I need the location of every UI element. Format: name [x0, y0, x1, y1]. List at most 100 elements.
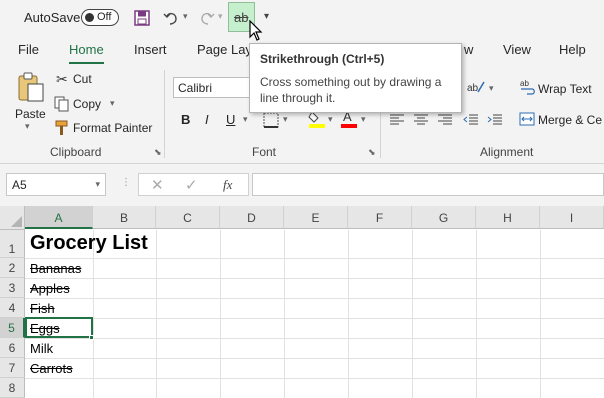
font-color-dropdown-icon[interactable]: ▾: [361, 114, 366, 125]
enter-icon[interactable]: ✓: [185, 176, 198, 194]
cell-a6[interactable]: Milk: [30, 341, 53, 356]
row-header-8[interactable]: 8: [0, 378, 25, 398]
cell-a3[interactable]: Apples: [30, 281, 70, 296]
undo-dropdown-icon[interactable]: ▾: [183, 11, 188, 22]
paste-dropdown-icon: ▾: [25, 121, 30, 131]
group-divider: [164, 70, 165, 158]
redo-icon: [201, 12, 215, 25]
copy-icon: [54, 96, 69, 112]
copy-button[interactable]: Copy ▾: [54, 94, 124, 114]
column-header-i[interactable]: I: [540, 206, 604, 229]
tab-file[interactable]: File: [18, 42, 39, 57]
formula-input[interactable]: [252, 173, 604, 196]
tab-insert[interactable]: Insert: [134, 42, 167, 57]
tab-review[interactable]: w: [464, 42, 473, 57]
gridline: [25, 298, 604, 299]
align-center-icon[interactable]: [413, 114, 429, 126]
underline-dropdown-icon[interactable]: ▾: [243, 114, 248, 125]
strikethrough-tooltip: Strikethrough (Ctrl+5) Cross something o…: [249, 43, 462, 113]
alignment-group-label: Alignment: [480, 145, 534, 159]
clipboard-group-label: Clipboard: [50, 145, 102, 159]
paste-label: Paste: [15, 107, 46, 121]
orientation-icon[interactable]: ab: [466, 78, 486, 96]
borders-icon[interactable]: [263, 112, 279, 128]
column-header-c[interactable]: C: [156, 206, 220, 229]
tab-help[interactable]: Help: [559, 42, 586, 57]
cell-a7[interactable]: Carrots: [30, 361, 73, 376]
cell-a1-title[interactable]: Grocery List: [30, 232, 148, 255]
column-header-a[interactable]: A: [25, 206, 93, 229]
gridline: [93, 230, 94, 398]
font-group-label: Font: [252, 145, 277, 159]
column-header-d[interactable]: D: [220, 206, 284, 229]
align-left-icon[interactable]: [389, 114, 405, 126]
redo-button[interactable]: [196, 7, 218, 29]
row-header-4[interactable]: 4: [0, 298, 25, 318]
clipboard-launcher-icon[interactable]: ⬊: [154, 147, 162, 158]
tooltip-description: Cross something out by drawing a line th…: [260, 75, 442, 105]
gridline: [156, 230, 157, 398]
format-painter-icon: [55, 120, 68, 135]
name-box-dropdown-icon[interactable]: ▾: [95, 179, 100, 190]
copy-dropdown-icon: ▾: [110, 98, 115, 108]
format-painter-button[interactable]: Format Painter: [54, 118, 154, 138]
italic-button[interactable]: I: [205, 112, 209, 127]
strikethrough-label: ab: [234, 10, 249, 25]
borders-dropdown-icon[interactable]: ▾: [283, 114, 288, 125]
cancel-icon[interactable]: ✕: [151, 176, 164, 194]
row-header-1[interactable]: 1: [0, 230, 25, 258]
save-button[interactable]: [131, 7, 153, 29]
row-header-6[interactable]: 6: [0, 338, 25, 358]
format-painter-label: Format Painter: [73, 121, 153, 135]
spreadsheet-grid: A B C D E F G H I 1 2 3 4 5 6 7 8 Grocer…: [0, 206, 604, 398]
cell-a2[interactable]: Bananas: [30, 261, 81, 276]
autosave-toggle[interactable]: Off: [81, 9, 119, 26]
tab-view[interactable]: View: [503, 42, 531, 57]
fill-color-dropdown-icon[interactable]: ▾: [328, 114, 333, 125]
tab-home[interactable]: Home: [69, 42, 104, 65]
merge-center-button[interactable]: Merge & Ce: [519, 109, 604, 129]
align-right-icon[interactable]: [437, 114, 453, 126]
column-header-e[interactable]: E: [284, 206, 348, 229]
column-header-g[interactable]: G: [412, 206, 476, 229]
underline-button[interactable]: U: [226, 112, 235, 127]
select-all-corner[interactable]: [0, 206, 25, 230]
name-box[interactable]: A5 ▾: [6, 173, 106, 196]
font-color-swatch: [341, 124, 357, 128]
column-header-f[interactable]: F: [348, 206, 412, 229]
gridline: [25, 258, 604, 259]
row-header-7[interactable]: 7: [0, 358, 25, 378]
autosave-state: Off: [97, 11, 112, 23]
font-name-value: Calibri: [178, 81, 213, 95]
orientation-dropdown-icon[interactable]: ▾: [489, 83, 494, 94]
autosave-label: AutoSave: [24, 10, 81, 25]
customize-qat-icon[interactable]: ▾: [264, 11, 269, 22]
wrap-text-button[interactable]: ab Wrap Text: [519, 78, 604, 98]
row-header-3[interactable]: 3: [0, 278, 25, 298]
svg-text:ab: ab: [520, 79, 529, 88]
increase-indent-icon[interactable]: [487, 114, 503, 126]
redo-dropdown-icon[interactable]: ▾: [218, 11, 223, 22]
font-launcher-icon[interactable]: ⬊: [368, 147, 376, 158]
svg-text:ab: ab: [467, 83, 479, 94]
cut-label: Cut: [73, 72, 92, 86]
formula-bar-grip-icon: ⋮: [121, 177, 131, 188]
column-header-h[interactable]: H: [476, 206, 540, 229]
bold-button[interactable]: B: [181, 112, 190, 127]
row-header-5[interactable]: 5: [0, 318, 25, 338]
row-header-2[interactable]: 2: [0, 258, 25, 278]
fill-handle[interactable]: [89, 335, 94, 340]
undo-button[interactable]: [160, 7, 182, 29]
cell-a4[interactable]: Fish: [30, 301, 55, 316]
paste-button[interactable]: Paste ▾: [13, 70, 47, 132]
cut-button[interactable]: ✂ Cut: [54, 70, 100, 90]
decrease-indent-icon[interactable]: [463, 114, 479, 126]
insert-function-icon[interactable]: fx: [223, 177, 232, 193]
font-name-select[interactable]: Calibri: [173, 77, 251, 98]
save-icon: [134, 10, 150, 26]
gridline: [25, 278, 604, 279]
select-all-icon: [11, 216, 22, 227]
column-header-b[interactable]: B: [93, 206, 156, 229]
gridline: [25, 318, 604, 319]
name-box-value: A5: [12, 178, 27, 192]
